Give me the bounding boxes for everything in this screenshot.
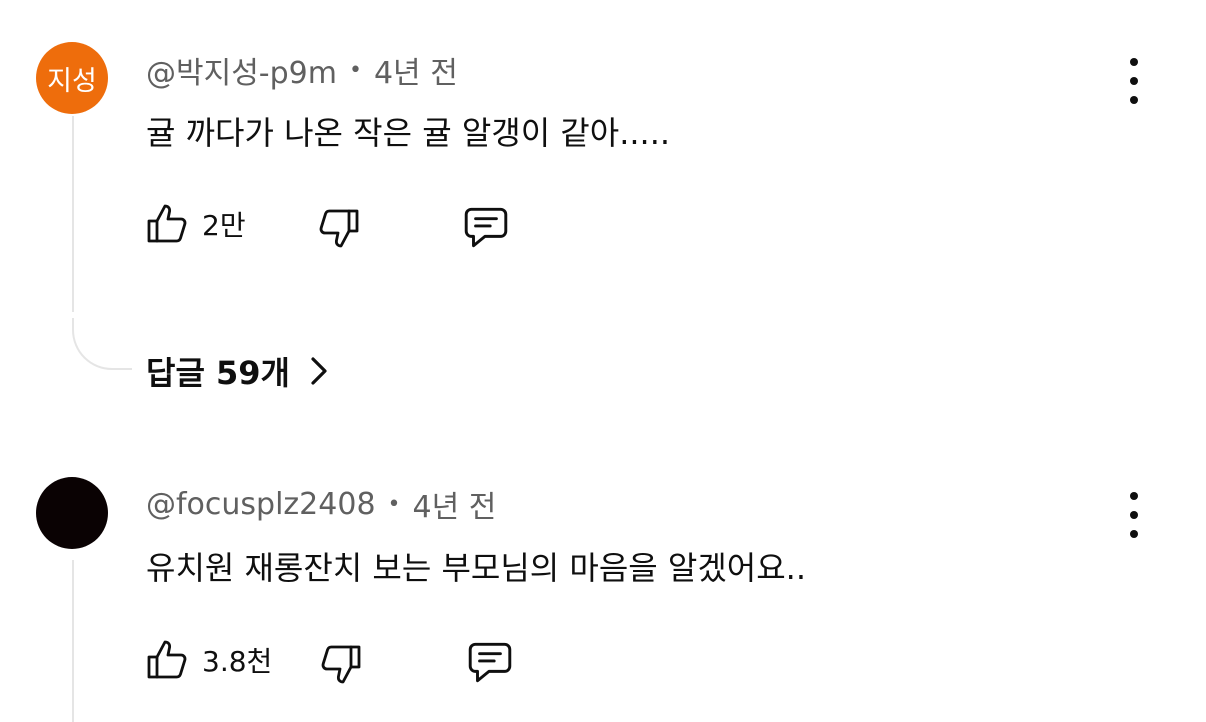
thread-line <box>72 116 74 312</box>
dislike-button[interactable] <box>314 204 362 252</box>
reply-button[interactable] <box>460 202 512 252</box>
more-options-button[interactable] <box>1124 492 1144 538</box>
like-count: 3.8천 <box>202 645 273 678</box>
chevron-right-icon <box>311 357 327 385</box>
avatar[interactable] <box>36 477 108 549</box>
more-vert-icon <box>1130 492 1138 500</box>
like-button[interactable]: 2만 <box>144 200 246 248</box>
replies-label: 답글 59개 <box>146 354 290 392</box>
like-count: 2만 <box>202 209 246 242</box>
dislike-button[interactable] <box>316 640 364 688</box>
thumbs-down-icon <box>321 645 361 684</box>
thumbs-down-icon <box>319 209 359 248</box>
comment-text: 귤 까다가 나온 작은 귤 알갱이 같아..... <box>146 114 671 152</box>
avatar-initials: 지성 <box>47 65 97 97</box>
comment-icon <box>464 207 508 248</box>
thread-line <box>72 560 74 722</box>
timestamp[interactable]: 4년 전 <box>374 48 458 92</box>
thumbs-up-icon <box>147 640 187 679</box>
thumbs-up-icon <box>147 204 187 243</box>
comment-icon <box>468 642 512 683</box>
reply-button[interactable] <box>464 637 516 687</box>
author-name[interactable]: @focusplz2408 <box>146 487 376 522</box>
like-button[interactable]: 3.8천 <box>144 636 272 684</box>
more-options-button[interactable] <box>1124 58 1144 104</box>
view-replies-button[interactable]: 답글 59개 <box>146 348 330 394</box>
comment-meta: @박지성-p9m • 4년 전 <box>146 48 458 92</box>
author-name[interactable]: @박지성-p9m <box>146 48 337 92</box>
separator-dot: • <box>387 491 401 517</box>
more-vert-icon <box>1130 58 1138 66</box>
thread-connector <box>72 318 132 370</box>
comment-text: 유치원 재롱잔치 보는 부모님의 마음을 알겠어요.. <box>146 549 807 587</box>
comment-meta: @focusplz2408 • 4년 전 <box>146 482 496 526</box>
avatar[interactable]: 지성 <box>36 42 108 114</box>
separator-dot: • <box>348 57 362 83</box>
timestamp[interactable]: 4년 전 <box>413 482 497 526</box>
